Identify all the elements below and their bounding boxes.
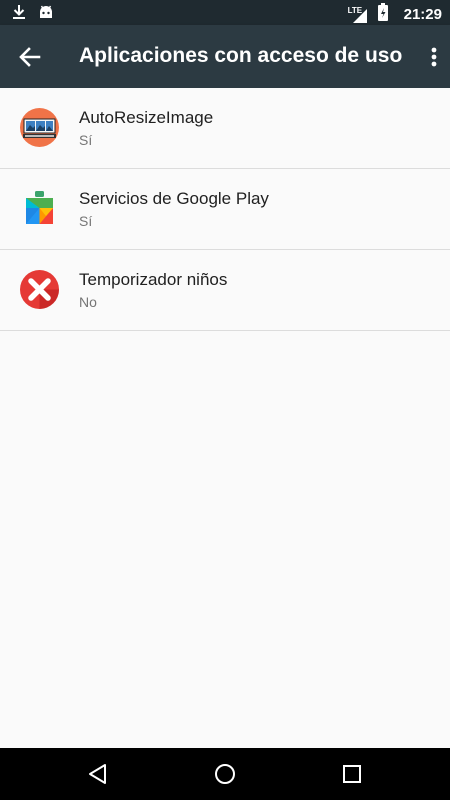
home-nav-icon[interactable] (213, 762, 237, 786)
download-icon (12, 4, 26, 25)
app-access-status: Sí (79, 213, 93, 229)
app-name: AutoResizeImage (79, 108, 214, 127)
battery-icon (377, 3, 388, 26)
app-access-status: No (79, 294, 97, 310)
google-play-services-icon (19, 188, 60, 229)
page-title: Aplicaciones con acceso de uso (79, 44, 403, 67)
arrow-back-icon[interactable] (16, 43, 44, 71)
signal-icon: LTE (348, 6, 368, 24)
autoresize-app-icon (19, 107, 60, 148)
timer-kids-app-icon (19, 269, 60, 310)
list-item-autoresizeimage[interactable]: AutoResizeImage Sí (0, 88, 450, 169)
back-nav-icon[interactable] (86, 762, 110, 786)
more-vert-icon[interactable] (428, 43, 440, 71)
app-name: Temporizador niños (79, 270, 228, 289)
clock: 21:29 (403, 6, 442, 23)
app-list: AutoResizeImage Sí Servicios de Google P… (0, 88, 450, 331)
status-bar: LTE 21:29 (0, 0, 450, 25)
navigation-bar (0, 748, 450, 800)
list-item-google-play-services[interactable]: Servicios de Google Play Sí (0, 169, 450, 250)
app-name: Servicios de Google Play (79, 189, 269, 208)
list-item-temporizador-ninos[interactable]: Temporizador niños No (0, 250, 450, 331)
recents-nav-icon[interactable] (340, 762, 364, 786)
app-toolbar: Aplicaciones con acceso de uso (0, 25, 450, 88)
app-access-status: Sí (79, 132, 93, 148)
android-icon (38, 4, 54, 25)
